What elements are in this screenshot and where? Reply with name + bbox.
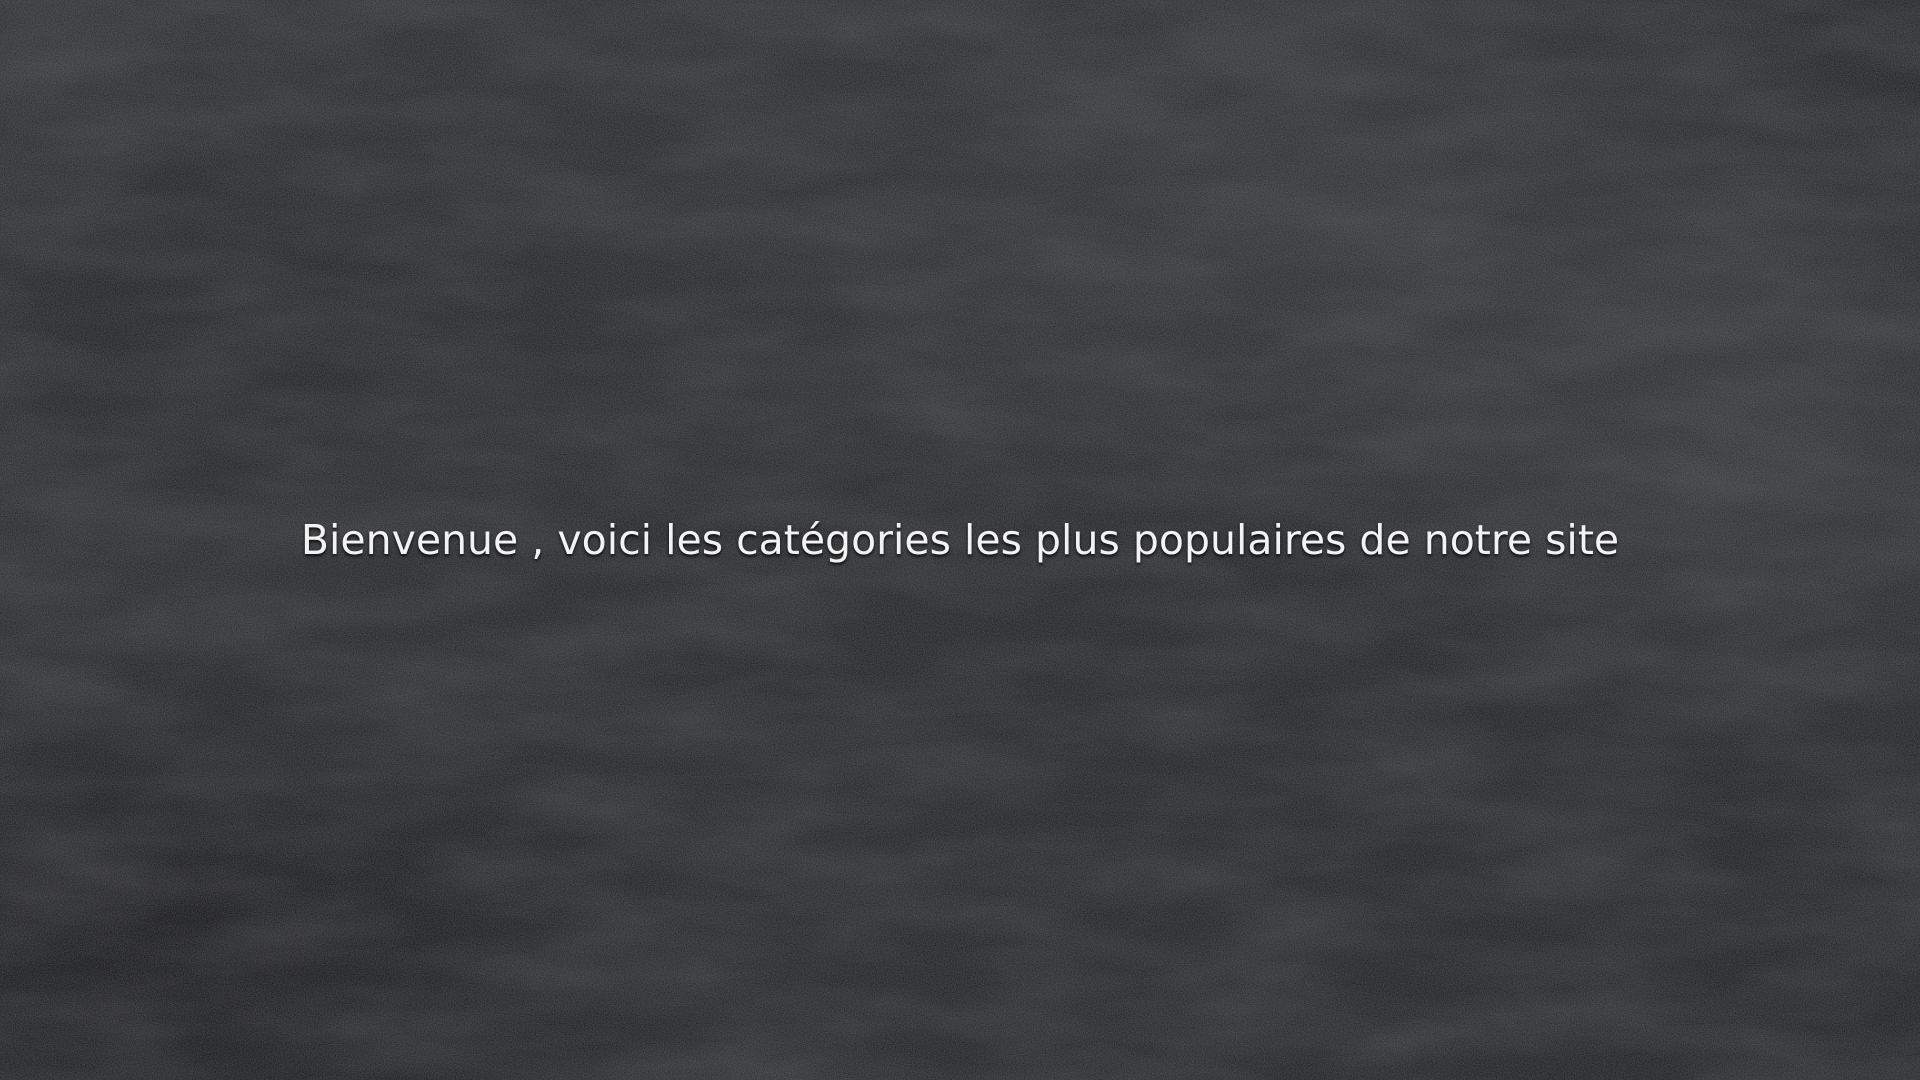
welcome-heading: Bienvenue , voici les catégories les plu… <box>300 516 1620 564</box>
